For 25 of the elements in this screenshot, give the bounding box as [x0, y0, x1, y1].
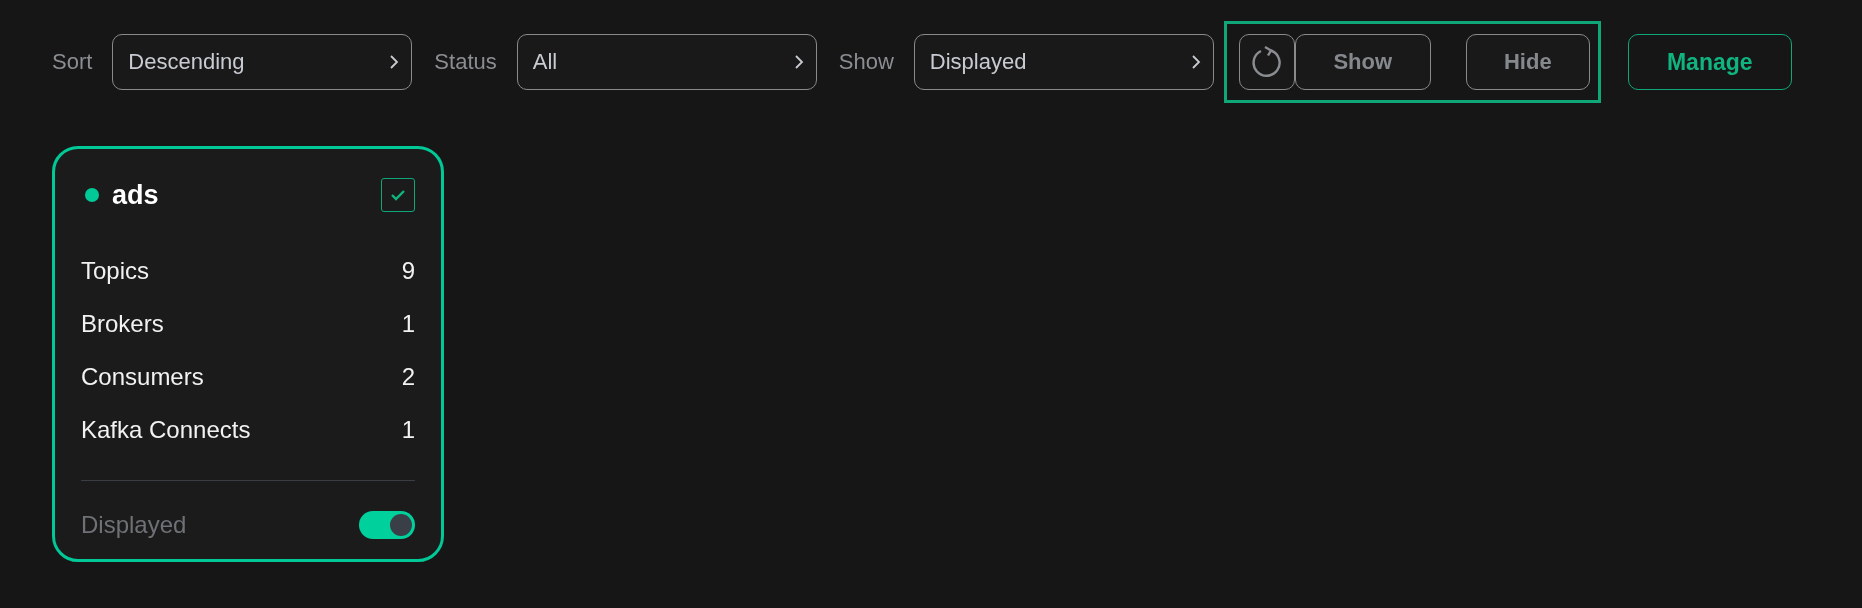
stat-value: 1 [401, 310, 415, 338]
stat-value: 2 [401, 363, 415, 391]
filter-dropdown[interactable]: Displayed [913, 34, 1214, 90]
stat-label: Consumers [81, 363, 204, 391]
filter-dropdown[interactable]: Descending [112, 34, 413, 90]
cluster-name: ads [112, 179, 160, 211]
stat-value: 9 [401, 257, 415, 285]
filter-label: Sort [52, 49, 93, 75]
refresh-button[interactable] [1238, 34, 1295, 90]
chevron-right-icon [389, 54, 400, 70]
checkmark-icon [390, 189, 406, 201]
stat-label: Brokers [81, 310, 164, 338]
refresh-icon [1250, 45, 1283, 79]
filter-dropdown[interactable]: All [516, 34, 817, 90]
display-toggle[interactable] [359, 511, 415, 539]
filter-label: Status [434, 49, 497, 75]
stat-value: 1 [401, 416, 415, 444]
stat-label: Topics [81, 257, 150, 285]
chevron-right-icon [793, 54, 804, 70]
filter-label: Show [838, 49, 894, 75]
chevron-right-icon [1190, 54, 1201, 70]
manage-button[interactable]: Manage [1627, 34, 1792, 90]
checkbox[interactable] [381, 178, 415, 212]
toggle-label: Displayed [81, 511, 187, 539]
stat-label: Kafka Connects [81, 416, 251, 444]
